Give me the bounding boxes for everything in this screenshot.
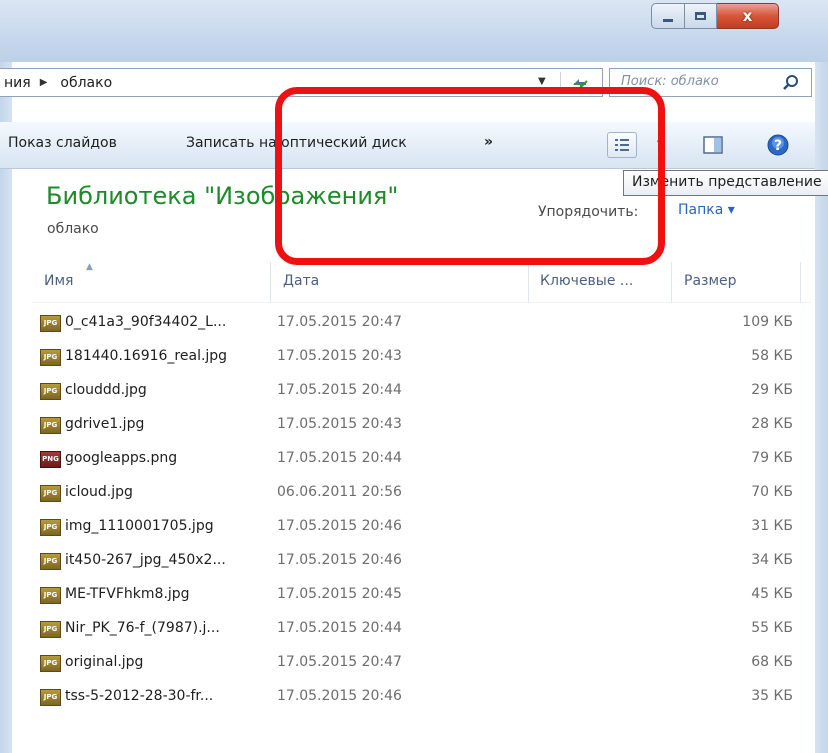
file-date: 17.05.2015 20:44 (277, 450, 402, 466)
jpg-file-icon: JPG (40, 689, 61, 706)
file-row[interactable]: PNG googleapps.png 17.05.2015 20:44 79 К… (40, 448, 800, 482)
preview-pane-icon (703, 136, 723, 154)
maximize-button[interactable] (685, 3, 717, 29)
arrange-by-dropdown[interactable]: Папка ▾ (678, 202, 735, 218)
file-size: 70 КБ (751, 484, 793, 500)
file-size: 29 КБ (751, 382, 793, 398)
window-frame-right (815, 62, 828, 753)
maximize-icon (695, 12, 706, 20)
column-divider[interactable] (270, 262, 271, 302)
jpg-file-icon: JPG (40, 655, 61, 672)
file-date: 06.06.2011 20:56 (277, 484, 402, 500)
column-divider[interactable] (671, 262, 672, 302)
file-row[interactable]: JPG original.jpg 17.05.2015 20:47 68 КБ (40, 652, 800, 686)
close-icon: x (742, 7, 753, 25)
help-button[interactable]: ? (764, 131, 792, 159)
file-row[interactable]: JPG icloud.jpg 06.06.2011 20:56 70 КБ (40, 482, 800, 516)
file-name[interactable]: original.jpg (65, 654, 143, 670)
column-header-tags[interactable]: Ключевые ... (540, 273, 633, 289)
header-rule (32, 302, 810, 303)
file-size: 79 КБ (751, 450, 793, 466)
file-row[interactable]: JPG it450-267_jpg_450x2... 17.05.2015 20… (40, 550, 800, 584)
jpg-file-icon: JPG (40, 315, 61, 332)
column-divider[interactable] (800, 262, 801, 302)
jpg-file-icon: JPG (40, 519, 61, 536)
breadcrumb-parent[interactable]: ния (4, 75, 31, 91)
file-size: 35 КБ (751, 688, 793, 704)
help-icon: ? (767, 134, 789, 156)
file-row[interactable]: JPG 181440.16916_real.jpg 17.05.2015 20:… (40, 346, 800, 380)
file-name[interactable]: googleapps.png (65, 450, 177, 466)
file-size: 68 КБ (751, 654, 793, 670)
jpg-file-icon: JPG (40, 383, 61, 400)
file-name[interactable]: 0_c41a3_90f34402_L... (65, 314, 226, 330)
file-name[interactable]: icloud.jpg (65, 484, 133, 500)
column-divider[interactable] (528, 262, 529, 302)
jpg-file-icon: JPG (40, 485, 61, 502)
minimize-icon (663, 19, 673, 22)
file-size: 31 КБ (751, 518, 793, 534)
jpg-file-icon: JPG (40, 553, 61, 570)
file-row[interactable]: JPG clouddd.jpg 17.05.2015 20:44 29 КБ (40, 380, 800, 414)
jpg-file-icon: JPG (40, 587, 61, 604)
sort-ascending-icon: ▲ (86, 262, 93, 272)
address-history-dropdown-icon[interactable]: ▼ (538, 76, 546, 87)
caption-buttons: x (651, 3, 779, 31)
file-date: 17.05.2015 20:47 (277, 654, 402, 670)
file-size: 55 КБ (751, 620, 793, 636)
search-icon[interactable] (782, 74, 800, 92)
file-name[interactable]: it450-267_jpg_450x2... (65, 552, 226, 568)
file-size: 109 КБ (742, 314, 793, 330)
minimize-button[interactable] (651, 3, 685, 29)
library-subtitle: облако (47, 221, 99, 237)
file-date: 17.05.2015 20:44 (277, 620, 402, 636)
file-size: 28 КБ (751, 416, 793, 432)
file-date: 17.05.2015 20:45 (277, 586, 402, 602)
file-row[interactable]: JPG 0_c41a3_90f34402_L... 17.05.2015 20:… (40, 312, 800, 346)
file-date: 17.05.2015 20:46 (277, 552, 402, 568)
slideshow-button[interactable]: Показ слайдов (8, 135, 117, 151)
jpg-file-icon: JPG (40, 621, 61, 638)
file-date: 17.05.2015 20:44 (277, 382, 402, 398)
svg-text:?: ? (774, 138, 782, 154)
file-size: 34 КБ (751, 552, 793, 568)
file-name[interactable]: 181440.16916_real.jpg (65, 348, 227, 364)
file-row[interactable]: JPG Nir_PK_76-f_(7987).j... 17.05.2015 2… (40, 618, 800, 652)
breadcrumb-separator-icon[interactable]: ▶ (40, 77, 48, 88)
file-size: 58 КБ (751, 348, 793, 364)
column-header-size[interactable]: Размер (684, 273, 737, 289)
preview-pane-button[interactable] (700, 132, 726, 158)
file-date: 17.05.2015 20:43 (277, 416, 402, 432)
file-date: 17.05.2015 20:47 (277, 314, 402, 330)
file-row[interactable]: JPG tss-5-2012-28-30-fr... 17.05.2015 20… (40, 686, 800, 720)
file-row[interactable]: JPG ME-TFVFhkm8.jpg 17.05.2015 20:45 45 … (40, 584, 800, 618)
file-name[interactable]: gdrive1.jpg (65, 416, 144, 432)
column-header-date[interactable]: Дата (283, 273, 319, 289)
file-name[interactable]: img_1110001705.jpg (65, 518, 214, 534)
file-size: 45 КБ (751, 586, 793, 602)
jpg-file-icon: JPG (40, 417, 61, 434)
file-name[interactable]: clouddd.jpg (65, 382, 147, 398)
file-date: 17.05.2015 20:46 (277, 518, 402, 534)
png-file-icon: PNG (40, 451, 61, 468)
file-date: 17.05.2015 20:43 (277, 348, 402, 364)
breadcrumb-current[interactable]: облако (60, 75, 112, 91)
annotation-highlight-box (275, 87, 665, 265)
column-header-name[interactable]: Имя (44, 273, 73, 289)
close-button[interactable]: x (717, 3, 779, 29)
file-row[interactable]: JPG img_1110001705.jpg 17.05.2015 20:46 … (40, 516, 800, 550)
file-list: JPG 0_c41a3_90f34402_L... 17.05.2015 20:… (40, 312, 800, 720)
file-date: 17.05.2015 20:46 (277, 688, 402, 704)
jpg-file-icon: JPG (40, 349, 61, 366)
file-name[interactable]: ME-TFVFhkm8.jpg (65, 586, 190, 602)
file-row[interactable]: JPG gdrive1.jpg 17.05.2015 20:43 28 КБ (40, 414, 800, 448)
file-name[interactable]: tss-5-2012-28-30-fr... (65, 688, 213, 704)
file-name[interactable]: Nir_PK_76-f_(7987).j... (65, 620, 220, 636)
